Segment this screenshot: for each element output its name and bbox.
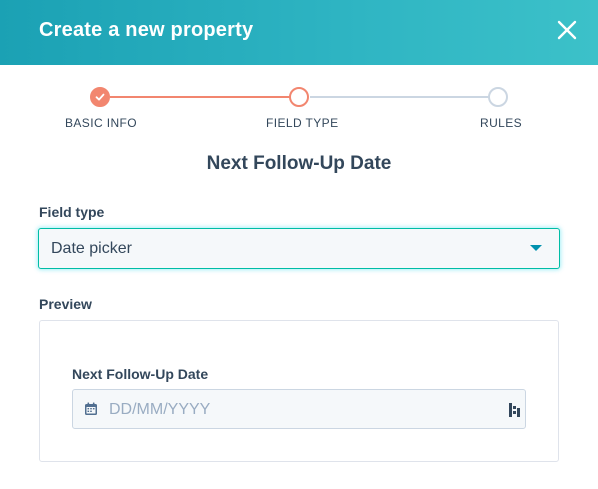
preview-field-label: Next Follow-Up Date <box>72 366 209 382</box>
property-name-heading: Next Follow-Up Date <box>206 153 392 174</box>
progress-stepper: BASIC INFO FIELD TYPE RULES <box>0 86 598 136</box>
step-field-type-indicator <box>289 87 309 107</box>
dialog-header: Create a new property <box>0 0 598 65</box>
calendar-icon <box>85 402 97 415</box>
caret-down-icon <box>530 245 542 251</box>
step-connector-complete <box>110 96 290 98</box>
close-button[interactable] <box>554 17 580 43</box>
step-label-basic-info[interactable]: BASIC INFO <box>65 116 137 130</box>
date-placeholder: DD/MM/YYYY <box>109 401 211 418</box>
step-connector-pending <box>310 96 490 98</box>
step-rules-indicator <box>488 87 508 107</box>
extension-icon[interactable] <box>509 402 521 418</box>
step-label-rules: RULES <box>480 116 523 130</box>
preview-label: Preview <box>39 296 92 312</box>
preview-panel: Next Follow-Up Date DD/MM/YYYY <box>39 320 559 462</box>
close-icon <box>557 20 577 40</box>
checkmark-icon <box>95 93 105 101</box>
dialog-title: Create a new property <box>39 19 254 41</box>
step-basic-info-indicator[interactable] <box>90 87 110 107</box>
field-type-selected-value: Date picker <box>51 240 132 257</box>
field-type-label: Field type <box>39 204 105 220</box>
step-label-field-type: FIELD TYPE <box>266 116 339 130</box>
date-picker-input[interactable]: DD/MM/YYYY <box>72 389 526 429</box>
field-type-select[interactable]: Date picker <box>38 228 560 269</box>
